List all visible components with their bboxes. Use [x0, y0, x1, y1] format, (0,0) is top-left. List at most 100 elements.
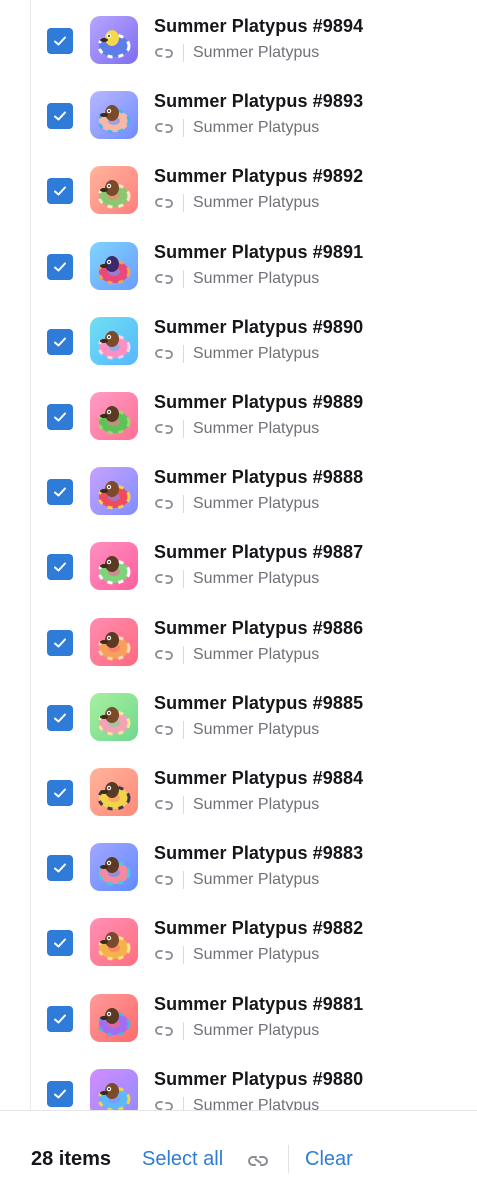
item-meta: Summer Platypus — [154, 269, 319, 289]
list-item[interactable]: Summer Platypus #9890 Summer Platypus — [0, 301, 477, 376]
item-meta: Summer Platypus — [154, 494, 319, 514]
collection-name[interactable]: Summer Platypus — [193, 345, 319, 363]
item-checkbox[interactable] — [47, 328, 73, 355]
link-icon — [155, 499, 173, 510]
list-item[interactable]: Summer Platypus #9880 Summer Platypus — [0, 1053, 477, 1110]
item-count: 28 items — [31, 1148, 112, 1170]
item-checkbox[interactable] — [47, 178, 73, 205]
collection-name[interactable]: Summer Platypus — [193, 796, 319, 814]
meta-divider — [183, 1021, 184, 1040]
nft-thumbnail — [90, 166, 138, 215]
checkmark-icon — [54, 337, 66, 347]
item-meta: Summer Platypus — [154, 193, 319, 213]
checkmark-icon — [54, 638, 66, 648]
meta-divider — [183, 871, 184, 890]
link-icon — [155, 800, 173, 810]
collection-name[interactable]: Summer Platypus — [193, 1097, 319, 1110]
collection-name[interactable]: Summer Platypus — [193, 420, 319, 438]
item-name: Summer Platypus #9892 — [154, 166, 364, 187]
item-meta: Summer Platypus — [154, 569, 319, 589]
meta-divider — [183, 645, 184, 664]
item-name: Summer Platypus #9891 — [154, 241, 364, 262]
link-icon — [155, 875, 173, 886]
link-icon — [155, 724, 173, 735]
select-all-button[interactable]: Select all — [142, 1148, 223, 1171]
selection-panel: Summer Platypus #9894 Summer Platypus Summ… — [0, 0, 477, 1200]
collection-name[interactable]: Summer Platypus — [193, 194, 319, 212]
list-item[interactable]: Summer Platypus #9882 Summer Platypus — [0, 902, 477, 977]
item-checkbox[interactable] — [47, 253, 73, 280]
link-icon — [155, 424, 173, 434]
collection-name[interactable]: Summer Platypus — [193, 270, 319, 288]
collection-name[interactable]: Summer Platypus — [193, 119, 319, 137]
meta-divider — [183, 420, 184, 438]
item-name: Summer Platypus #9888 — [154, 467, 364, 488]
item-checkbox[interactable] — [47, 704, 73, 731]
item-checkbox[interactable] — [47, 629, 73, 656]
collection-name[interactable]: Summer Platypus — [193, 44, 319, 62]
list-item[interactable]: Summer Platypus #9886 Summer Platypus — [0, 602, 477, 677]
item-checkbox[interactable] — [47, 1080, 73, 1107]
link-icon — [155, 198, 173, 209]
collection-name[interactable]: Summer Platypus — [193, 646, 319, 664]
item-checkbox[interactable] — [47, 404, 73, 430]
nft-thumbnail — [90, 692, 138, 741]
list-item[interactable]: Summer Platypus #9885 Summer Platypus — [0, 677, 477, 752]
clear-button[interactable]: Clear — [305, 1148, 353, 1171]
checkmark-icon — [54, 111, 66, 121]
item-checkbox[interactable] — [47, 103, 73, 130]
nft-thumbnail — [90, 542, 138, 591]
link-icon — [155, 48, 173, 58]
nft-thumbnail — [90, 467, 138, 516]
collection-name[interactable]: Summer Platypus — [193, 721, 319, 739]
nft-thumbnail — [90, 843, 138, 892]
collection-name[interactable]: Summer Platypus — [193, 871, 319, 889]
link-icon — [155, 123, 173, 134]
item-checkbox[interactable] — [47, 28, 73, 54]
item-checkbox[interactable] — [47, 554, 73, 581]
nft-thumbnail — [90, 918, 138, 967]
list-item[interactable]: Summer Platypus #9893 Summer Platypus — [0, 75, 477, 150]
item-checkbox[interactable] — [47, 479, 73, 506]
meta-divider — [183, 720, 184, 739]
list-item[interactable]: Summer Platypus #9888 Summer Platypus — [0, 451, 477, 526]
list-item[interactable]: Summer Platypus #9891 Summer Platypus — [0, 226, 477, 301]
link-icon — [155, 649, 173, 660]
meta-divider — [183, 570, 184, 589]
nft-thumbnail — [90, 1068, 138, 1110]
list-item[interactable]: Summer Platypus #9894 Summer Platypus — [0, 0, 477, 75]
item-name: Summer Platypus #9894 — [154, 16, 364, 36]
item-meta: Summer Platypus — [154, 344, 319, 364]
item-checkbox[interactable] — [47, 1005, 73, 1032]
nft-thumbnail — [90, 993, 138, 1042]
list-item[interactable]: Summer Platypus #9889 Summer Platypus — [0, 376, 477, 451]
item-name: Summer Platypus #9893 — [154, 91, 364, 112]
meta-divider — [183, 269, 184, 288]
link-icon — [155, 574, 173, 585]
item-checkbox[interactable] — [47, 780, 73, 806]
meta-divider — [183, 796, 184, 814]
item-meta: Summer Platypus — [154, 118, 319, 138]
item-name: Summer Platypus #9886 — [154, 617, 364, 638]
collection-name[interactable]: Summer Platypus — [193, 495, 319, 513]
collection-name[interactable]: Summer Platypus — [193, 570, 319, 588]
meta-divider — [183, 495, 184, 514]
list-item[interactable]: Summer Platypus #9884 Summer Platypus — [0, 752, 477, 827]
list-item[interactable]: Summer Platypus #9892 Summer Platypus — [0, 150, 477, 225]
item-meta: Summer Platypus — [154, 870, 319, 890]
item-meta: Summer Platypus — [154, 43, 319, 63]
item-checkbox[interactable] — [47, 855, 73, 882]
meta-divider — [183, 194, 184, 213]
list-item[interactable]: Summer Platypus #9887 Summer Platypus — [0, 526, 477, 601]
list-item[interactable]: Summer Platypus #9881 Summer Platypus — [0, 978, 477, 1053]
meta-divider — [183, 119, 184, 138]
selected-items-list[interactable]: Summer Platypus #9894 Summer Platypus Summ… — [0, 0, 477, 1110]
collection-name[interactable]: Summer Platypus — [193, 1022, 319, 1040]
item-checkbox[interactable] — [47, 930, 73, 957]
list-item[interactable]: Summer Platypus #9883 Summer Platypus — [0, 827, 477, 902]
checkmark-icon — [54, 788, 66, 798]
collection-name[interactable]: Summer Platypus — [193, 946, 319, 964]
item-name: Summer Platypus #9890 — [154, 316, 364, 337]
nft-thumbnail — [90, 316, 138, 365]
link-icon — [155, 1100, 173, 1110]
